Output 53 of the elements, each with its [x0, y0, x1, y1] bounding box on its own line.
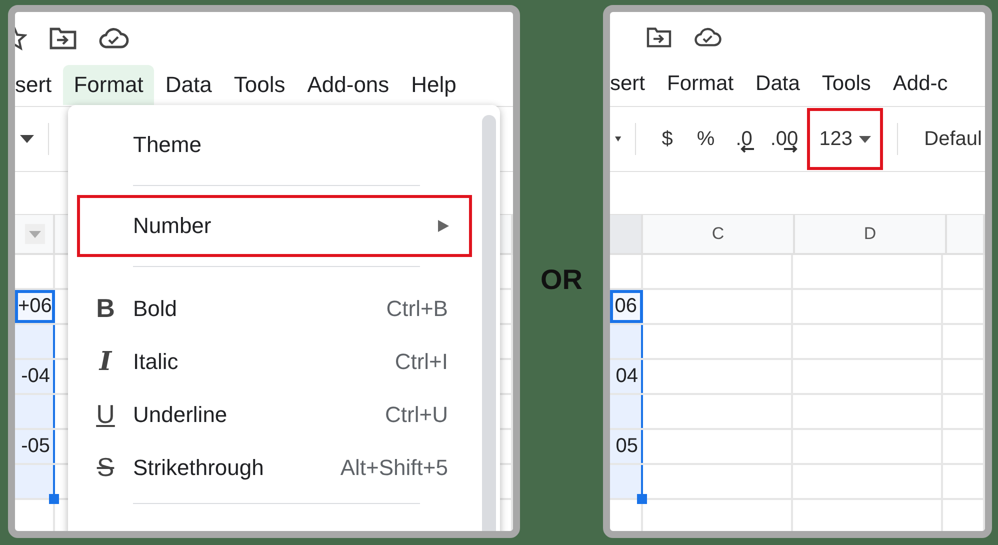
table-cell[interactable]	[15, 465, 55, 498]
menu-option[interactable]: U Underline Ctrl+U	[68, 388, 500, 441]
table-cell[interactable]: 05	[610, 430, 643, 463]
toolbar-button[interactable]: 123	[807, 108, 883, 170]
table-cell[interactable]: +06	[15, 290, 55, 323]
toolbar-button[interactable]: .0	[726, 108, 762, 170]
move-to-folder-icon[interactable]	[646, 26, 672, 48]
menu-item[interactable]: Format	[656, 65, 745, 103]
column-header[interactable]	[610, 215, 643, 253]
menu-item[interactable]: Data	[744, 65, 811, 103]
menu-item[interactable]: Tools	[810, 65, 882, 103]
table-cell[interactable]	[610, 395, 643, 428]
menu-option[interactable]: Number	[77, 195, 472, 257]
menu-item[interactable]: Format	[62, 65, 154, 105]
menu-option[interactable]: S Strikethrough Alt+Shift+5	[68, 441, 500, 494]
menu-item[interactable]: sert	[610, 65, 656, 103]
fill-handle[interactable]	[49, 494, 59, 504]
arrow-left-icon	[740, 145, 754, 153]
column-header[interactable]: D	[795, 215, 947, 253]
table-cell[interactable]	[610, 465, 643, 498]
table-cell[interactable]	[15, 395, 55, 428]
toolbar-button[interactable]: %	[684, 108, 727, 170]
submenu-arrow-icon	[438, 220, 449, 232]
move-to-folder-icon[interactable]	[49, 26, 77, 50]
caret-icon	[858, 136, 871, 142]
table-cell[interactable]: 04	[610, 360, 643, 393]
table-cell[interactable]: -05	[15, 430, 55, 463]
scrollbar[interactable]	[482, 115, 496, 531]
or-label: OR	[540, 264, 582, 296]
menu-item[interactable]: Data	[154, 65, 223, 105]
cloud-check-icon[interactable]	[99, 27, 129, 49]
table-cell[interactable]	[15, 325, 55, 358]
toolbar-button[interactable]: Defaul	[911, 108, 985, 170]
menu-option[interactable]: B Bold Ctrl+B	[68, 282, 500, 335]
menu-item[interactable]: sert	[15, 65, 63, 105]
arrow-right-icon	[784, 145, 798, 153]
table-cell[interactable]: -04	[15, 360, 55, 393]
menu-option[interactable]: Theme	[68, 105, 500, 185]
cloud-check-icon[interactable]	[694, 27, 722, 47]
menu-item[interactable]: Add-c	[882, 65, 959, 103]
dropdown-caret-icon[interactable]	[615, 135, 622, 143]
fill-handle[interactable]	[637, 494, 647, 504]
table-cell[interactable]	[610, 325, 643, 358]
menu-option[interactable]: I Italic Ctrl+I	[68, 335, 500, 388]
column-header[interactable]: C	[643, 215, 795, 253]
menu-item[interactable]: Help	[400, 65, 468, 105]
filter-dropdown-icon[interactable]	[25, 224, 45, 244]
menu-item[interactable]: Tools	[222, 65, 296, 105]
toolbar-button[interactable]: .00	[761, 108, 808, 170]
table-cell[interactable]: 06	[610, 290, 643, 323]
dropdown-caret-icon[interactable]	[20, 135, 34, 143]
menu-item[interactable]: Add-ons	[296, 65, 400, 105]
toolbar-button[interactable]: $	[650, 108, 685, 170]
